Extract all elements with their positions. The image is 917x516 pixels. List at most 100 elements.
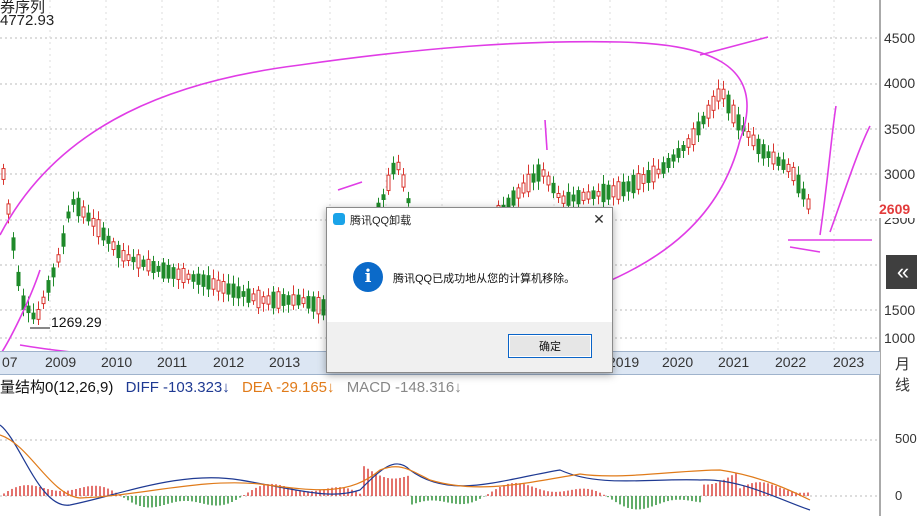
candle: [306, 296, 311, 309]
candle: [516, 187, 521, 199]
candle: [301, 297, 306, 305]
candle: [686, 138, 691, 148]
candle: [641, 174, 646, 184]
candle: [166, 264, 171, 279]
candle: [86, 212, 91, 222]
candle: [696, 121, 701, 136]
candle: [311, 296, 316, 312]
candle: [291, 294, 296, 306]
info-icon: i: [353, 262, 383, 292]
candle: [671, 154, 676, 162]
candle: [121, 250, 126, 262]
x-tick: 2010: [101, 354, 133, 370]
x-tick: 2011: [157, 354, 188, 370]
candle: [231, 283, 236, 298]
qq-app-icon: [333, 213, 345, 225]
candle: [71, 199, 76, 205]
x-tick: 2012: [213, 354, 245, 370]
candle: [796, 174, 801, 194]
candle: [511, 190, 516, 206]
candle: [551, 182, 556, 194]
annotation-stroke: [819, 105, 837, 236]
candle: [211, 278, 216, 290]
candle: [531, 173, 536, 183]
period-label[interactable]: 月线: [895, 353, 917, 395]
candle: [701, 115, 706, 125]
candle: [176, 268, 181, 280]
candle: [286, 295, 291, 305]
candle: [546, 175, 551, 186]
candle: [581, 191, 586, 201]
period-low-label: 1269.29: [51, 314, 102, 330]
candle: [96, 219, 101, 238]
candle: [391, 162, 396, 175]
candle: [781, 159, 786, 170]
candle: [236, 286, 241, 299]
candle: [181, 267, 186, 284]
last-price-marker: 2609: [879, 201, 917, 218]
y-tick: 1000: [884, 330, 916, 346]
candle: [141, 259, 146, 267]
y-tick: 4500: [884, 30, 916, 46]
macd-header: 量结构0(12,26,9) DIFF -103.323↓ DEA -29.165…: [0, 376, 470, 397]
candle: [726, 94, 731, 114]
candle: [716, 88, 721, 102]
candle: [126, 254, 131, 262]
candle: [776, 156, 781, 166]
candle: [646, 170, 651, 183]
candle: [616, 181, 621, 200]
candle: [806, 198, 811, 210]
candle: [201, 274, 206, 287]
candle: [711, 95, 716, 111]
candle: [381, 194, 386, 200]
dialog-message: 腾讯QQ已成功地从您的计算机移除。: [393, 273, 576, 285]
candle: [681, 145, 686, 151]
candle: [731, 104, 736, 124]
candle: [116, 244, 121, 259]
candle: [591, 190, 596, 199]
candle: [606, 184, 611, 200]
candle: [36, 308, 41, 320]
y-tick: 3500: [884, 121, 916, 137]
ok-button[interactable]: 确定: [508, 334, 592, 358]
dialog-titlebar[interactable]: 腾讯QQ卸载 ✕: [327, 208, 612, 230]
candle: [196, 273, 201, 285]
candle: [226, 283, 231, 295]
y-tick: 3000: [884, 166, 916, 182]
candle: [566, 191, 571, 206]
candle: [11, 237, 16, 251]
candle: [801, 188, 806, 200]
uninstall-dialog: 腾讯QQ卸载 ✕ i 腾讯QQ已成功地从您的计算机移除。 确定: [326, 207, 613, 373]
candle: [296, 294, 301, 306]
diff-value: DIFF -103.323↓: [125, 379, 230, 396]
candle: [321, 299, 326, 316]
close-icon[interactable]: ✕: [586, 208, 612, 230]
candle: [76, 197, 81, 217]
candle: [66, 211, 71, 219]
candle: [611, 185, 616, 198]
candle: [56, 254, 61, 263]
candle: [576, 190, 581, 205]
candle: [46, 280, 51, 293]
candle: [721, 88, 726, 100]
collapse-panel-button[interactable]: «: [886, 255, 917, 289]
x-tick: 2013: [269, 354, 301, 370]
candle: [16, 271, 21, 287]
annotation-stroke: [544, 119, 548, 151]
x-tick: 2023: [833, 354, 865, 370]
candle: [536, 164, 541, 182]
candle: [146, 258, 151, 272]
candle: [651, 165, 656, 183]
candle: [106, 235, 111, 244]
candle: [521, 182, 526, 194]
candle: [256, 289, 261, 309]
candle: [601, 183, 606, 203]
y-tick: 4000: [884, 75, 916, 91]
candle: [736, 114, 741, 131]
dialog-title: 腾讯QQ卸载: [350, 215, 412, 227]
candle: [626, 181, 631, 192]
indicator-name[interactable]: 量结构0(12,26,9): [0, 379, 113, 396]
x-tick: 2009: [45, 354, 77, 370]
candle: [1, 168, 6, 180]
x-tick: 07: [2, 354, 18, 370]
